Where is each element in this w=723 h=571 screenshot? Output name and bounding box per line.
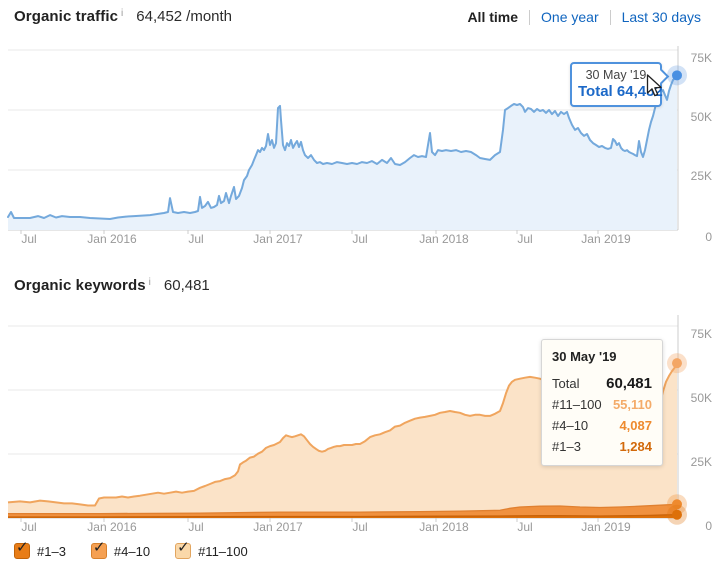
y-axis-label: 0 xyxy=(688,519,712,533)
row-label: #4–10 xyxy=(552,415,588,436)
keywords-band-2[interactable] xyxy=(8,515,677,518)
y-axis-label: 75K xyxy=(688,327,712,341)
legend-item-1[interactable]: ✓ #4–10 xyxy=(91,543,150,559)
x-axis-label: Jul xyxy=(21,520,36,534)
series-end-marker[interactable] xyxy=(672,499,682,509)
series-end-marker[interactable] xyxy=(672,70,682,80)
x-axis-label: Jul xyxy=(517,232,532,246)
mouse-cursor-icon xyxy=(646,74,663,98)
tab-all-time[interactable]: All time xyxy=(467,9,518,25)
x-axis-label: Jul xyxy=(188,232,203,246)
marker-halo xyxy=(667,65,687,85)
traffic-header: Organic traffic i 64,452 /month xyxy=(14,8,232,25)
legend-label: #4–10 xyxy=(114,544,150,559)
keywords-title: Organic keywords xyxy=(14,277,146,294)
date-range-tabs: All time One year Last 30 days xyxy=(467,9,701,25)
y-axis-label: 50K xyxy=(688,391,712,405)
y-axis-label: 0 xyxy=(688,230,712,244)
row-value: 60,481 xyxy=(606,373,652,394)
traffic-tooltip-date: 30 May '19 xyxy=(578,68,654,82)
x-axis-label: Jan 2019 xyxy=(581,520,630,534)
tab-separator xyxy=(529,10,530,25)
keywords-band-edge-1 xyxy=(8,504,677,513)
info-icon[interactable]: i xyxy=(149,277,151,288)
x-axis-label: Jan 2018 xyxy=(419,232,468,246)
keywords-tooltip-row: #4–10 4,087 xyxy=(552,415,652,436)
keywords-header: Organic keywords i 60,481 xyxy=(14,277,210,294)
x-axis-label: Jan 2017 xyxy=(253,232,302,246)
series-end-marker[interactable] xyxy=(672,358,682,368)
traffic-tooltip-total: Total 64,452 xyxy=(578,83,654,100)
x-axis-label: Jul xyxy=(352,232,367,246)
keywords-tooltip-row: Total 60,481 xyxy=(552,373,652,394)
row-value: 55,110 xyxy=(613,394,652,415)
x-axis-label: Jul xyxy=(352,520,367,534)
checkmark-icon: ✓ xyxy=(93,540,106,556)
marker-halo xyxy=(667,505,687,525)
traffic-value-suffix: /month xyxy=(186,8,232,25)
organic-research-panel: Organic traffic i 64,452 /month All time… xyxy=(0,0,723,571)
keywords-tooltip-row: #1–3 1,284 xyxy=(552,436,652,457)
y-axis-label: 25K xyxy=(688,455,712,469)
legend-checkbox[interactable]: ✓ xyxy=(14,543,30,559)
x-axis-label: Jan 2016 xyxy=(87,232,136,246)
x-axis-label: Jan 2019 xyxy=(581,232,630,246)
legend-label: #11–100 xyxy=(198,544,248,559)
tab-one-year[interactable]: One year xyxy=(541,9,599,25)
legend-checkbox[interactable]: ✓ xyxy=(175,543,191,559)
x-axis-label: Jan 2018 xyxy=(419,520,468,534)
traffic-title: Organic traffic xyxy=(14,8,118,25)
keywords-tooltip-date: 30 May '19 xyxy=(552,349,652,364)
keywords-band-edge-2 xyxy=(8,515,677,517)
y-axis-label: 75K xyxy=(688,51,712,65)
rank-legend: ✓ #1–3 ✓ #4–10 ✓ #11–100 xyxy=(14,543,248,559)
row-value: 4,087 xyxy=(619,415,652,436)
marker-halo xyxy=(667,353,687,373)
traffic-value: 64,452 xyxy=(136,8,182,25)
x-axis-label: Jan 2016 xyxy=(87,520,136,534)
keywords-band-1[interactable] xyxy=(8,504,677,518)
row-label: Total xyxy=(552,373,579,394)
keywords-tooltip: 30 May '19 Total 60,481 #11–100 55,110 #… xyxy=(541,339,663,466)
legend-item-0[interactable]: ✓ #1–3 xyxy=(14,543,66,559)
row-value: 1,284 xyxy=(619,436,652,457)
row-label: #11–100 xyxy=(552,394,602,415)
x-axis-label: Jan 2017 xyxy=(253,520,302,534)
checkmark-icon: ✓ xyxy=(177,540,190,556)
checkmark-icon: ✓ xyxy=(16,540,29,556)
row-label: #1–3 xyxy=(552,436,581,457)
y-axis-label: 50K xyxy=(688,110,712,124)
tab-last-30-days[interactable]: Last 30 days xyxy=(622,9,701,25)
info-icon[interactable]: i xyxy=(121,8,123,19)
keywords-tooltip-row: #11–100 55,110 xyxy=(552,394,652,415)
legend-checkbox[interactable]: ✓ xyxy=(91,543,107,559)
x-axis-label: Jul xyxy=(517,520,532,534)
x-axis-label: Jul xyxy=(188,520,203,534)
x-axis-label: Jul xyxy=(21,232,36,246)
legend-label: #1–3 xyxy=(37,544,66,559)
legend-item-2[interactable]: ✓ #11–100 xyxy=(175,543,248,559)
tab-separator xyxy=(610,10,611,25)
y-axis-label: 25K xyxy=(688,169,712,183)
marker-halo xyxy=(667,494,687,514)
series-end-marker[interactable] xyxy=(672,510,682,520)
keywords-value: 60,481 xyxy=(164,277,210,294)
